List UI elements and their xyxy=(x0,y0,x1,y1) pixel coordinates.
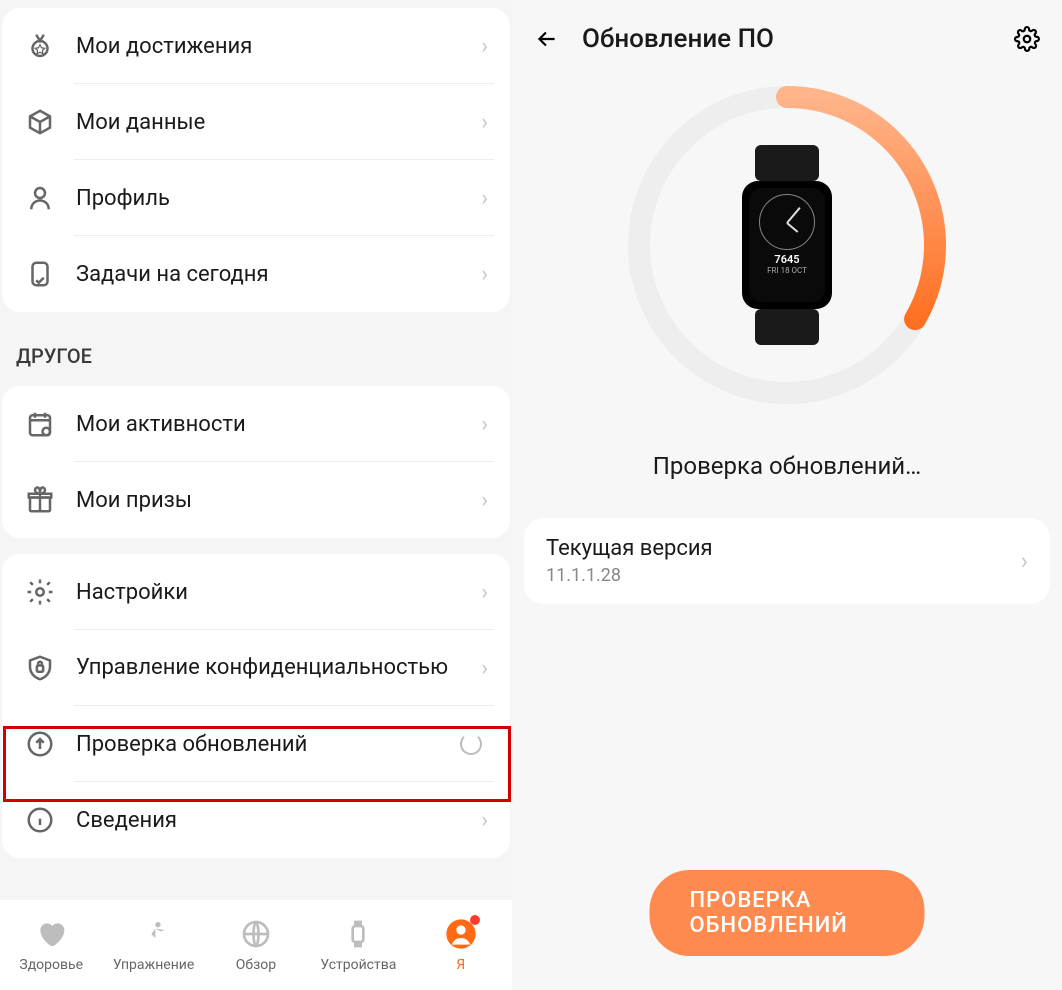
info-icon xyxy=(24,804,56,836)
globe-icon xyxy=(239,917,273,951)
notification-dot-icon xyxy=(470,915,480,925)
chevron-right-icon: › xyxy=(481,110,488,135)
tab-exercise[interactable]: Упражнение xyxy=(104,917,204,973)
progress-ring: 7645 FRI 18 OCT xyxy=(622,80,952,410)
version-value: 11.1.1.28 xyxy=(546,565,1021,586)
watch-date: FRI 18 OCT xyxy=(749,266,825,275)
arrow-up-circle-icon xyxy=(24,728,56,760)
menu-label: Мои достижения xyxy=(76,34,481,59)
section-header-other: ДРУГОЕ xyxy=(0,320,512,378)
menu-item-achievements[interactable]: Мои достижения › xyxy=(2,8,510,84)
tab-label: Обзор xyxy=(236,957,276,973)
menu-item-profile[interactable]: Профиль › xyxy=(2,160,510,236)
gift-icon xyxy=(24,484,56,516)
menu-item-prizes[interactable]: Мои призы › xyxy=(2,462,510,538)
watch-steps: 7645 xyxy=(749,253,825,266)
menu-item-today-tasks[interactable]: Задачи на сегодня › xyxy=(2,236,510,312)
menu-label: Мои призы xyxy=(76,488,481,513)
medal-icon xyxy=(24,30,56,62)
tab-me[interactable]: Я xyxy=(411,917,511,973)
menu-label: Проверка обновлений xyxy=(76,732,460,757)
chevron-right-icon: › xyxy=(481,656,488,681)
menu-label: Мои активности xyxy=(76,412,481,437)
current-version-row[interactable]: Текущая версия 11.1.1.28 › xyxy=(524,518,1050,604)
menu-item-my-data[interactable]: Мои данные › xyxy=(2,84,510,160)
tab-label: Здоровье xyxy=(19,957,83,973)
menu-group-3: Настройки › Управление конфиденциальност… xyxy=(2,554,510,858)
chevron-right-icon: › xyxy=(481,808,488,833)
tab-bar: Здоровье Упражнение Обзор Устройства xyxy=(0,900,512,990)
menu-label: Управление конфиденциальностью xyxy=(76,655,481,681)
menu-group-2: Мои активности › Мои призы › xyxy=(2,386,510,538)
check-updates-button[interactable]: ПРОВЕРКА ОБНОВЛЕНИЙ xyxy=(650,870,925,956)
back-button[interactable] xyxy=(532,24,562,54)
chevron-right-icon: › xyxy=(481,186,488,211)
chevron-right-icon: › xyxy=(481,412,488,437)
progress-ring-section: 7645 FRI 18 OCT Проверка обновлений… xyxy=(512,80,1062,480)
settings-button[interactable] xyxy=(1012,24,1042,54)
menu-label: Мои данные xyxy=(76,110,481,135)
menu-label: Профиль xyxy=(76,186,481,211)
tab-devices[interactable]: Устройства xyxy=(308,917,408,973)
tab-label: Устройства xyxy=(320,957,396,973)
tab-label: Упражнение xyxy=(113,957,194,973)
status-text: Проверка обновлений… xyxy=(653,452,921,480)
menu-item-privacy[interactable]: Управление конфиденциальностью › xyxy=(2,630,510,706)
menu-label: Настройки xyxy=(76,580,481,605)
tab-overview[interactable]: Обзор xyxy=(206,917,306,973)
watch-icon xyxy=(341,917,375,951)
chevron-right-icon: › xyxy=(1021,547,1028,575)
menu-item-activities[interactable]: Мои активности › xyxy=(2,386,510,462)
tab-health[interactable]: Здоровье xyxy=(1,917,101,973)
version-label: Текущая версия xyxy=(546,536,1021,561)
menu-label: Сведения xyxy=(76,808,481,833)
cube-icon xyxy=(24,106,56,138)
chevron-right-icon: › xyxy=(481,580,488,605)
menu-item-settings[interactable]: Настройки › xyxy=(2,554,510,630)
runner-icon xyxy=(137,917,171,951)
shield-lock-icon xyxy=(24,652,56,684)
page-title: Обновление ПО xyxy=(582,24,1012,54)
menu-group-1: Мои достижения › Мои данные › Профиль › … xyxy=(2,8,510,312)
chevron-right-icon: › xyxy=(481,488,488,513)
tab-label: Я xyxy=(456,957,465,973)
calendar-icon xyxy=(24,408,56,440)
chevron-right-icon: › xyxy=(481,262,488,287)
user-icon xyxy=(444,917,478,951)
menu-item-about[interactable]: Сведения › xyxy=(2,782,510,858)
page-header: Обновление ПО xyxy=(512,0,1062,74)
loading-spinner-icon xyxy=(460,733,482,755)
heart-icon xyxy=(34,917,68,951)
person-icon xyxy=(24,182,56,214)
menu-item-check-updates[interactable]: Проверка обновлений xyxy=(2,706,510,782)
phone-check-icon xyxy=(24,258,56,290)
chevron-right-icon: › xyxy=(481,34,488,59)
menu-label: Задачи на сегодня xyxy=(76,262,481,287)
device-image: 7645 FRI 18 OCT xyxy=(742,145,832,345)
gear-icon xyxy=(24,576,56,608)
